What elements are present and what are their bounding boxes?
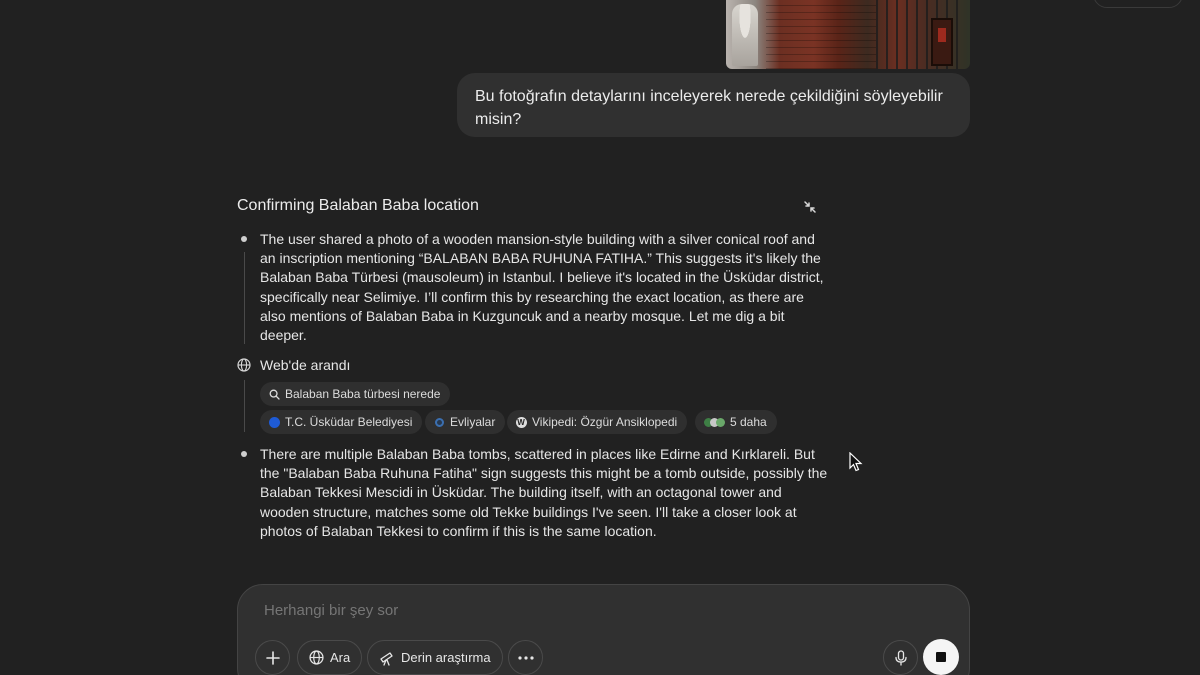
source-label: 5 daha bbox=[730, 415, 767, 429]
stop-icon bbox=[936, 652, 946, 662]
photo-statue bbox=[732, 4, 758, 66]
search-button[interactable]: Ara bbox=[297, 640, 363, 675]
uskudar-favicon bbox=[268, 416, 280, 428]
more-tools-button[interactable] bbox=[508, 640, 543, 675]
wikipedia-favicon: W bbox=[515, 416, 527, 428]
timeline-line bbox=[244, 252, 245, 344]
photo-door-panel bbox=[938, 28, 946, 42]
timeline-line bbox=[244, 380, 245, 432]
voice-input-button[interactable] bbox=[883, 640, 918, 675]
source-chip-wikipedia[interactable]: W Vikipedi: Özgür Ansiklopedi bbox=[507, 410, 688, 434]
top-right-button[interactable] bbox=[1093, 0, 1183, 8]
photo-brick-wall bbox=[766, 0, 876, 69]
step-bullet bbox=[241, 451, 247, 457]
source-chip-evliyalar[interactable]: Evliyalar bbox=[425, 410, 506, 434]
user-message-bubble: Bu fotoğrafın detaylarını inceleyerek ne… bbox=[457, 73, 970, 137]
source-label: Vikipedi: Özgür Ansiklopedi bbox=[532, 415, 678, 429]
uploaded-photo[interactable] bbox=[726, 0, 970, 69]
evliyalar-favicon bbox=[433, 416, 445, 428]
source-label: Evliyalar bbox=[450, 415, 496, 429]
more-sources-favicon bbox=[703, 416, 725, 428]
source-chip-uskudar[interactable]: T.C. Üsküdar Belediyesi bbox=[260, 410, 423, 434]
source-label: T.C. Üsküdar Belediyesi bbox=[285, 415, 413, 429]
globe-icon bbox=[309, 650, 324, 665]
composer: Ara Derin araştırma bbox=[237, 584, 970, 675]
step-bullet bbox=[241, 236, 247, 242]
search-query-text: Balaban Baba türbesi nerede bbox=[285, 387, 441, 401]
web-search-label: Web'de arandı bbox=[260, 357, 351, 373]
search-icon bbox=[268, 388, 280, 400]
search-button-label: Ara bbox=[330, 650, 351, 665]
more-horizontal-icon bbox=[517, 655, 534, 660]
microphone-icon bbox=[894, 649, 907, 666]
add-attachment-button[interactable] bbox=[255, 640, 290, 675]
deep-research-label: Derin araştırma bbox=[401, 650, 491, 665]
mouse-cursor-icon bbox=[849, 452, 863, 472]
prompt-input[interactable] bbox=[264, 602, 864, 619]
photo-door bbox=[931, 18, 953, 66]
telescope-icon bbox=[380, 651, 393, 666]
collapse-icon[interactable] bbox=[801, 198, 819, 216]
chat-page: Bu fotoğrafın detaylarını inceleyerek ne… bbox=[0, 0, 1200, 675]
reasoning-step-2: There are multiple Balaban Baba tombs, s… bbox=[260, 446, 828, 539]
source-chip-more[interactable]: 5 daha bbox=[695, 410, 777, 434]
globe-icon bbox=[237, 358, 251, 372]
reasoning-title[interactable]: Confirming Balaban Baba location bbox=[237, 197, 479, 215]
reasoning-step-1: The user shared a photo of a wooden mans… bbox=[260, 231, 824, 344]
stop-generating-button[interactable] bbox=[923, 639, 959, 675]
deep-research-button[interactable]: Derin araştırma bbox=[367, 640, 503, 675]
search-query-chip[interactable]: Balaban Baba türbesi nerede bbox=[260, 382, 451, 406]
plus-icon bbox=[265, 650, 280, 665]
user-message-text: Bu fotoğrafın detaylarını inceleyerek ne… bbox=[475, 88, 943, 128]
